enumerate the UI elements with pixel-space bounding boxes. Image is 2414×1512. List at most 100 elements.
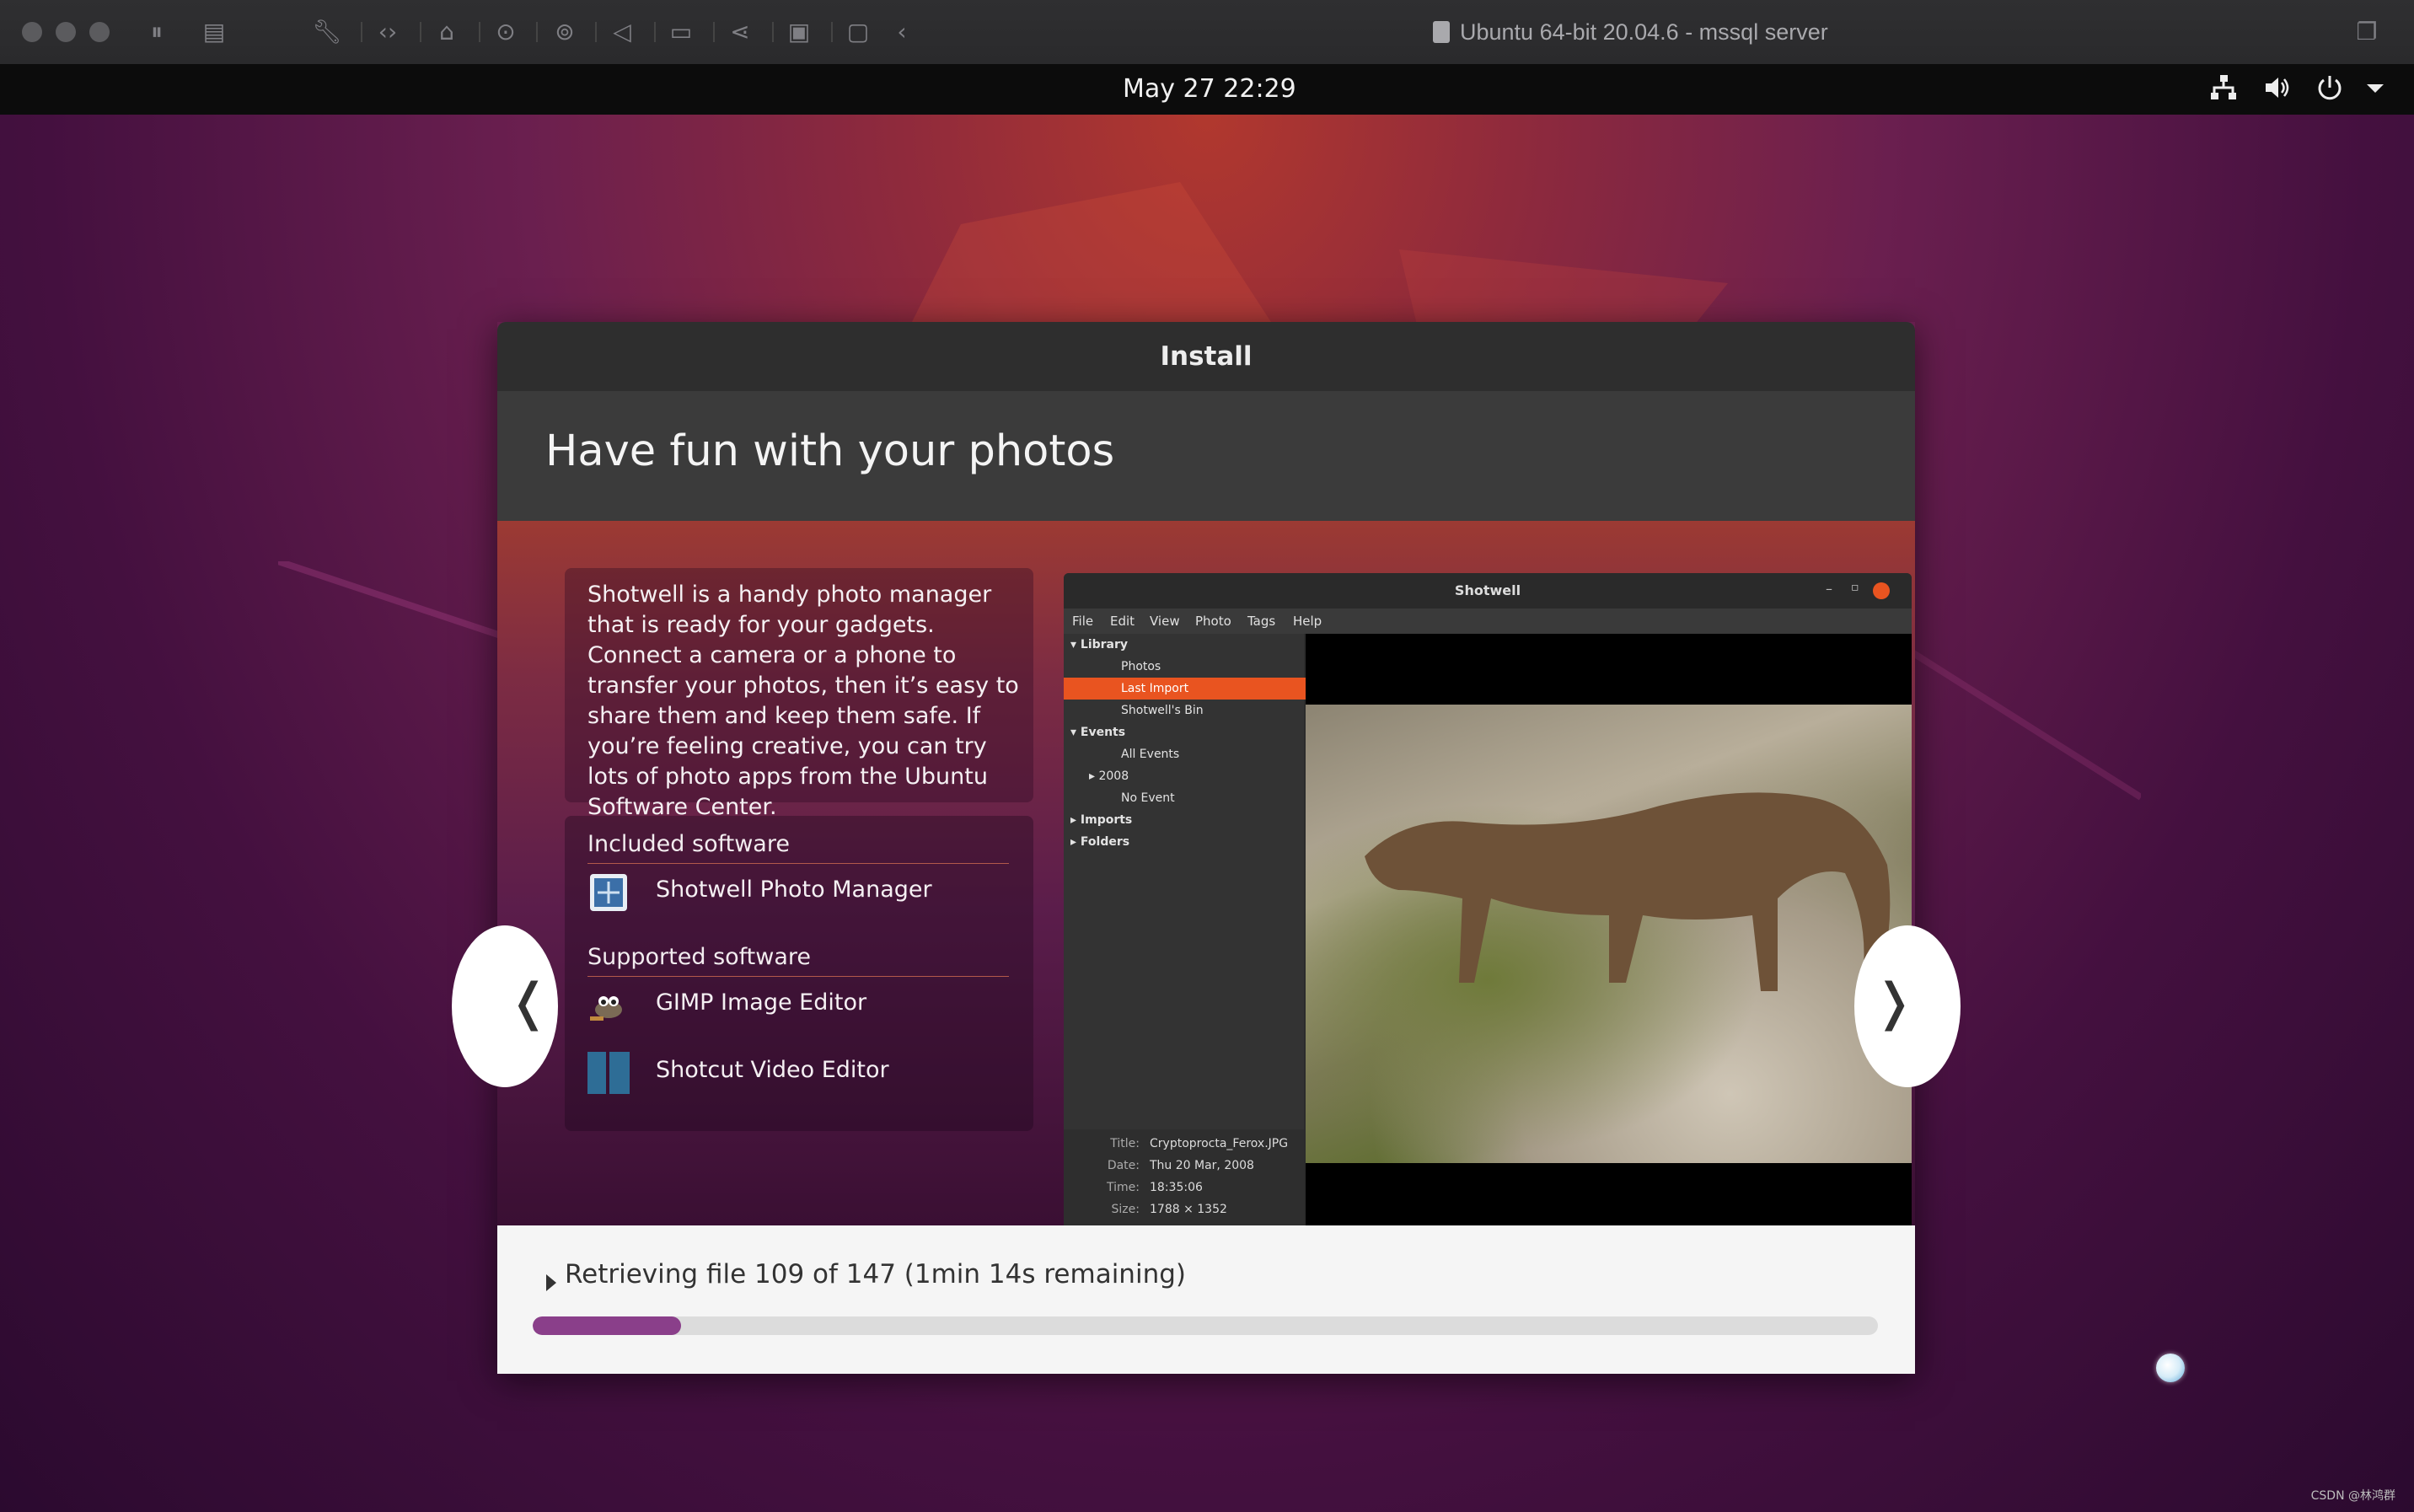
share-icon[interactable]: ⋖: [725, 17, 755, 47]
screenshot-menu-file: File: [1072, 614, 1094, 629]
volume-icon[interactable]: [2261, 72, 2294, 106]
minimize-window-button[interactable]: [56, 22, 76, 42]
software-item-label: Shotwell Photo Manager: [656, 877, 932, 903]
hard-disk-icon[interactable]: ⌂: [432, 17, 462, 47]
wallpaper-line: [278, 561, 531, 649]
toolbar-separator: [595, 22, 597, 42]
toolbar-separator: [831, 22, 833, 42]
chevron-right-icon: ❭: [1873, 973, 1916, 1032]
save-icon[interactable]: ▣: [784, 17, 814, 47]
loading-spinner-icon: [2156, 1354, 2185, 1382]
sound-icon[interactable]: ◁: [607, 17, 637, 47]
zoom-window-button[interactable]: [89, 22, 110, 42]
included-software-label: Included software: [587, 831, 790, 857]
camera-icon[interactable]: ▭: [666, 17, 696, 47]
document-icon: [1433, 21, 1450, 43]
host-title-text: Ubuntu 64-bit 20.04.6 - mssql server: [1460, 19, 1828, 45]
info-key: Title:: [1110, 1137, 1140, 1150]
dialog-header: Install: [497, 322, 1915, 393]
section-divider: [587, 976, 1009, 977]
install-dialog: Install Have fun with your photos Shotwe…: [452, 322, 1961, 1374]
toolbar-separator: [536, 22, 538, 42]
info-value: Cryptoprocta_Ferox.JPG: [1150, 1137, 1289, 1150]
cdrom-icon[interactable]: ⊙: [491, 17, 521, 47]
screenshot-title: Shotwell: [1454, 582, 1521, 598]
host-window-title: Ubuntu 64-bit 20.04.6 - mssql server: [1433, 0, 1828, 64]
toolbar-separator: [772, 22, 774, 42]
clock[interactable]: May 27 22:29: [1123, 64, 1296, 115]
next-slide-button[interactable]: ❭: [1854, 925, 1961, 1087]
info-row-size: Size: 1788 × 1352: [1064, 1198, 1304, 1220]
screenshot-menubar: File Edit View Photo Tags Help: [1064, 609, 1912, 634]
shotwell-icon: [590, 874, 627, 911]
host-titlebar: ⏸ ▤ 🔧︎ ‹› ⌂ ⊙ ⊚ ◁ ▭ ⋖ ▣ ▢ ‹ Ubuntu 64-bi…: [0, 0, 2414, 66]
close-icon: [1873, 582, 1890, 599]
folder-icon[interactable]: ▢: [843, 17, 873, 47]
info-key: Date:: [1107, 1159, 1140, 1172]
close-window-button[interactable]: [22, 22, 42, 42]
description-box: Shotwell is a handy photo manager that i…: [565, 568, 1033, 820]
sidebar-item: ▸ 2008: [1089, 769, 1129, 783]
pause-icon[interactable]: ⏸: [142, 17, 172, 47]
screenshot-menu-view: View: [1150, 614, 1180, 629]
sidebar-item: ▾ Events: [1070, 726, 1126, 739]
previous-slide-button[interactable]: ❬: [452, 925, 558, 1087]
slideshow-panel: Shotwell is a handy photo manager that i…: [497, 521, 1915, 1225]
sidebar-item: ▾ Library: [1070, 638, 1129, 651]
details-expander-icon[interactable]: [546, 1274, 556, 1291]
restore-window-icon[interactable]: ❐: [2352, 17, 2382, 47]
toolbar-separator: [713, 22, 715, 42]
minimize-icon: –: [1826, 581, 1832, 597]
progress-status-text: Retrieving file 109 of 147 (1min 14s rem…: [565, 1259, 1186, 1289]
section-divider: [587, 863, 1009, 864]
software-item-label: GIMP Image Editor: [656, 989, 867, 1016]
slide-heading: Have fun with your photos: [545, 426, 1115, 476]
info-key: Time:: [1107, 1181, 1140, 1194]
software-item-label: Shotcut Video Editor: [656, 1057, 889, 1083]
network-icon[interactable]: [2207, 72, 2240, 106]
shotcut-icon: [587, 1052, 630, 1094]
software-box: Included software Shotwell Photo Manager…: [565, 816, 1033, 1131]
slide-heading-bar: Have fun with your photos: [497, 391, 1915, 521]
wallpaper-line: [1888, 637, 2141, 801]
toolbar-separator: [361, 22, 362, 42]
photo-info-panel: Title: Cryptoprocta_Ferox.JPG Date: Thu 20…: [1064, 1129, 1304, 1225]
gimp-icon: [590, 996, 622, 1021]
screenshot-menu-photo: Photo: [1195, 614, 1231, 629]
shotwell-screenshot: Shotwell – ▫ File Edit View Photo Tags H…: [1064, 573, 1912, 1225]
back-arrow-icon[interactable]: ‹: [887, 17, 917, 47]
info-value: Thu 20 Mar, 2008: [1150, 1159, 1254, 1172]
info-row-date: Date: Thu 20 Mar, 2008: [1064, 1155, 1304, 1177]
fossa-photo: [1306, 705, 1912, 1163]
slide-description: Shotwell is a handy photo manager that i…: [587, 582, 1019, 820]
supported-software-label: Supported software: [587, 944, 812, 970]
info-key: Size:: [1111, 1203, 1140, 1216]
animal-silhouette: [1365, 792, 1891, 991]
toolbar-separator: [420, 22, 421, 42]
info-value: 18:35:06: [1150, 1181, 1203, 1194]
progress-bar: [533, 1316, 1878, 1335]
progress-bar-fill: [533, 1316, 681, 1335]
dialog-title: Install: [1160, 341, 1253, 372]
info-value: 1788 × 1352: [1150, 1203, 1227, 1216]
settings-wrench-icon[interactable]: 🔧︎: [312, 17, 342, 47]
screenshot-menu-tags: Tags: [1247, 614, 1276, 629]
power-icon[interactable]: [2313, 72, 2347, 106]
screenshot-titlebar: Shotwell – ▫: [1064, 573, 1912, 609]
snapshot-icon[interactable]: ▤: [199, 17, 229, 47]
screenshot-menu-edit: Edit: [1110, 614, 1135, 629]
sidebar-item: ▸ Folders: [1070, 835, 1130, 849]
toolbar-separator: [654, 22, 656, 42]
progress-area: Retrieving file 109 of 147 (1min 14s rem…: [497, 1225, 1915, 1374]
screenshot-sidebar: ▾ Library Photos Last Import Shotwell's …: [1064, 634, 1361, 1225]
screenshot-menu-help: Help: [1293, 614, 1322, 629]
maximize-icon: ▫: [1851, 581, 1859, 594]
menu-caret-icon[interactable]: [2358, 72, 2392, 106]
code-icon[interactable]: ‹›: [373, 17, 403, 47]
usb-icon[interactable]: ⊚: [550, 17, 580, 47]
info-row-time: Time: 18:35:06: [1064, 1177, 1304, 1198]
gnome-top-bar: May 27 22:29: [0, 64, 2414, 115]
toolbar-separator: [479, 22, 480, 42]
watermark: CSDN @林鸿群: [2310, 1489, 2395, 1503]
photo-viewer: [1306, 634, 1912, 1225]
